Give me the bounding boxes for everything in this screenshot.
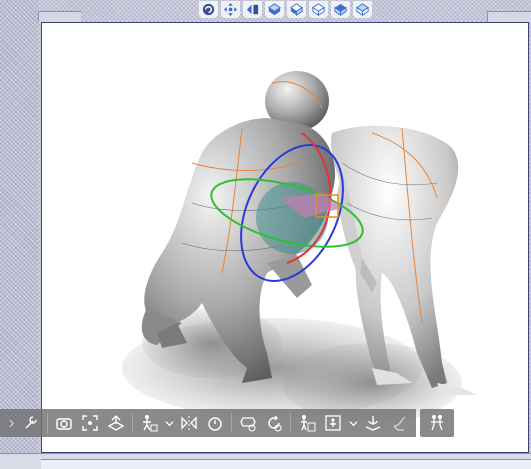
camera-gizmo-toolbar (199, 0, 372, 18)
3d-viewport[interactable] (41, 22, 529, 453)
camera-reset-button[interactable] (236, 411, 260, 435)
toolbar-divider (290, 413, 291, 433)
move-y-icon (290, 2, 303, 16)
fix-joint-button[interactable] (295, 411, 319, 435)
flip-pose-button[interactable] (177, 411, 201, 435)
rotate-y-icon (356, 2, 369, 16)
hand-pose-icon (393, 416, 406, 431)
fix-joint-icon (301, 415, 316, 432)
move-y-button[interactable] (287, 0, 306, 18)
move-x-button[interactable] (265, 0, 284, 18)
pose-scene (122, 71, 477, 423)
camera-reset-icon (240, 417, 256, 432)
dropdown-chevron-icon (164, 420, 174, 426)
body-shape-button[interactable] (321, 411, 345, 435)
body-shape-icon (325, 415, 341, 431)
camera-capture-icon (56, 418, 72, 430)
ground-snap-button[interactable] (361, 411, 385, 435)
left-panel-edge (0, 0, 38, 468)
toolbar-divider (47, 413, 48, 433)
top-panel-edge-left (38, 11, 81, 22)
move-z-icon (312, 2, 325, 16)
multi-figure-icon (431, 415, 443, 431)
expand-arrow-icon (9, 419, 14, 427)
reset-rotation-icon (268, 415, 282, 432)
ground-snap-icon (365, 416, 381, 431)
wrench-icon (25, 416, 37, 429)
camera-dolly-icon (246, 4, 259, 14)
flip-pose-icon (181, 416, 197, 430)
rotate-x-button[interactable] (331, 0, 350, 18)
camera-dolly-button[interactable] (243, 0, 262, 18)
camera-rotate-button[interactable] (199, 0, 218, 18)
expand-launcher-button[interactable] (5, 411, 17, 435)
ground-plane-icon (107, 415, 125, 431)
dropdown-chevron-icon (348, 420, 358, 426)
object-launcher (0, 409, 454, 437)
object-launcher-extra (420, 409, 454, 437)
camera-pan-button[interactable] (221, 0, 240, 18)
camera-pan-icon (223, 2, 238, 16)
lock-joint-button[interactable] (203, 411, 227, 435)
toolbar-divider (231, 413, 232, 433)
multi-figure-button[interactable] (425, 411, 449, 435)
move-z-button[interactable] (309, 0, 328, 18)
pose-figure-icon (143, 415, 158, 432)
pose-figure-button[interactable] (137, 411, 161, 435)
move-x-icon (268, 2, 281, 15)
object-launcher-main (0, 409, 416, 437)
lock-joint-icon (208, 417, 222, 431)
capture-button[interactable] (52, 411, 76, 435)
camera-rotate-icon (202, 3, 215, 15)
body-dropdown-button[interactable] (347, 411, 359, 435)
rotate-x-icon (334, 3, 347, 16)
toolbar-divider (132, 413, 133, 433)
settings-button[interactable] (19, 411, 43, 435)
top-panel-edge-right (487, 11, 531, 22)
ground-plane-button[interactable] (104, 411, 128, 435)
rotate-y-button[interactable] (353, 0, 372, 18)
reset-rotation-button[interactable] (262, 411, 286, 435)
hand-pose-button[interactable] (387, 411, 411, 435)
fit-to-screen-button[interactable] (78, 411, 102, 435)
fit-to-screen-icon (82, 415, 98, 431)
pose-dropdown-button[interactable] (163, 411, 175, 435)
bottom-panel-edge (0, 453, 531, 469)
